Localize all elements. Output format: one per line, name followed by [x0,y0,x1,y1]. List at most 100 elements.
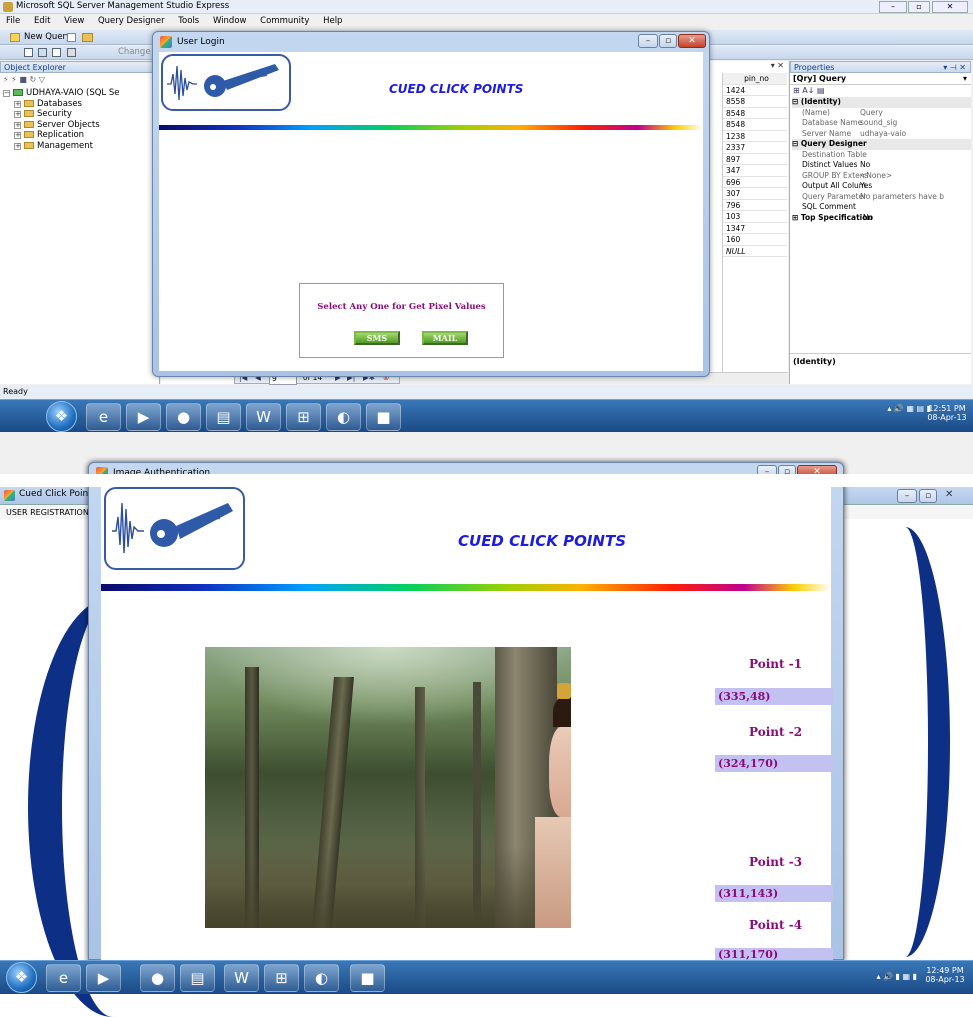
prop-row[interactable]: Query ParameterNo parameters have b [792,192,971,203]
sql-pane-icon[interactable] [52,48,61,57]
grid-cell[interactable]: 696 [723,176,787,188]
properties-object-select[interactable]: [Qry] Query ▾ [790,73,971,85]
prop-row[interactable]: GROUP BY Extens<None> [792,171,971,182]
media-player-icon[interactable]: ▶ [86,964,121,992]
grid-cell[interactable]: 1424 [723,84,787,96]
maximize-button[interactable]: ▫ [908,1,930,13]
pane-controls[interactable]: ▾ ✕ [720,61,788,73]
media-player-icon[interactable]: ▶ [126,403,161,431]
refresh-icon[interactable]: ↻ [29,75,36,84]
tree-node-replication[interactable]: + Replication [3,130,159,141]
app-maximize-button[interactable]: ▫ [919,489,937,503]
grid-cell[interactable]: 1347 [723,222,787,234]
tree-server[interactable]: − UDHAYA-VAIO (SQL Se [3,88,159,99]
section-identity[interactable]: ⊟ (Identity) [792,97,971,108]
chart-icon[interactable]: ◐ [326,403,361,431]
grid-cell[interactable]: 8548 [723,107,787,119]
ie-icon[interactable]: e [46,964,81,992]
word-icon[interactable]: W [246,403,281,431]
grid-cell[interactable]: 897 [723,153,787,165]
login-maximize-button[interactable]: ▫ [659,34,677,48]
tree-node-databases[interactable]: + Databases [3,99,159,110]
grid-cell[interactable]: 8558 [723,96,787,108]
login-minimize-button[interactable]: – [638,34,658,48]
open-file-icon[interactable] [82,33,93,42]
prop-row[interactable]: Output All ColumYes [792,181,971,192]
prop-row[interactable]: SQL Comment [792,202,971,213]
alphabetical-icon[interactable]: A↓ [802,86,814,95]
new-query-button[interactable]: New Query [24,32,71,42]
expand-icon[interactable]: + [14,121,21,129]
prop-row[interactable]: Database Namesound_sig [792,118,971,129]
grid-cell[interactable]: 1238 [723,130,787,142]
criteria-pane-icon[interactable] [38,48,47,57]
connect-icon[interactable]: ⚡ [3,75,9,84]
tray-icons[interactable]: ▴ 🔊 ▮ ▦ ▮ [876,972,917,981]
start-orb-icon[interactable]: ❖ [6,962,37,993]
minimize-button[interactable]: – [879,1,907,13]
collapse-icon[interactable]: − [3,90,10,97]
prop-row[interactable]: Destination Table [792,150,971,161]
menu-help[interactable]: Help [323,16,342,26]
grid-cell[interactable]: 307 [723,188,787,200]
property-pages-icon[interactable]: ▤ [817,86,825,95]
menu-window[interactable]: Window [213,16,247,26]
folder-icon[interactable]: ▤ [206,403,241,431]
section-query-designer[interactable]: ⊟ Query Designer [792,139,971,150]
tree-node-management[interactable]: + Management [3,141,159,152]
app-minimize-button[interactable]: – [897,489,917,503]
expand-icon[interactable]: + [14,132,21,139]
clock[interactable]: 12:51 PM 08-Apr-13 [927,400,967,434]
menu-tools[interactable]: Tools [178,16,199,26]
grid-cell[interactable]: 796 [723,199,787,211]
categorized-icon[interactable]: ⊞ [793,86,800,95]
network-icon[interactable]: ⊞ [286,403,321,431]
prop-row[interactable]: Server Name udhaya-vaio [792,129,971,140]
prop-row[interactable]: Distinct Values No [792,160,971,171]
results-pane-icon[interactable] [67,48,76,57]
expand-icon[interactable]: + [14,111,21,118]
grid-cell[interactable]: 347 [723,165,787,177]
diagram-pane-icon[interactable] [24,48,33,57]
firefox-icon[interactable]: ● [140,964,175,992]
new-file-icon[interactable] [67,33,76,42]
menu-view[interactable]: View [64,16,84,26]
login-close-button[interactable]: ✕ [678,34,706,48]
app-close-button[interactable]: ✕ [945,489,953,500]
tree-node-security[interactable]: + Security [3,109,159,120]
ie-icon[interactable]: e [86,403,121,431]
chart-icon[interactable]: ◐ [304,964,339,992]
firefox-icon[interactable]: ● [166,403,201,431]
expand-icon[interactable]: + [14,100,21,108]
mail-button[interactable]: MAIL [422,331,468,345]
menu-user-registration[interactable]: USER REGISTRATION [6,508,89,517]
grid-cell[interactable]: 8548 [723,119,787,131]
grid-cell[interactable]: 2337 [723,142,787,154]
close-button[interactable]: ✕ [932,1,968,13]
prop-row[interactable]: ⊞ Top SpecificationNo [792,213,971,224]
tray-icons[interactable]: ▴ 🔊 ▦ ▤ ▮ [887,404,931,413]
menu-query-designer[interactable]: Query Designer [98,16,165,26]
folder-icon[interactable]: ▤ [180,964,215,992]
grid-cell[interactable]: 103 [723,211,787,223]
clock[interactable]: 12:49 PM 08-Apr-13 [923,961,967,995]
expand-icon[interactable]: + [14,142,21,150]
tree-node-server-objects[interactable]: + Server Objects [3,120,159,131]
network-icon[interactable]: ⊞ [264,964,299,992]
word-icon[interactable]: W [224,964,259,992]
windows-apps-icon[interactable]: ■ [366,403,401,431]
authentication-image[interactable] [205,647,571,928]
prop-row[interactable]: (Name) Query [792,108,971,119]
stop-icon[interactable]: ■ [19,75,27,84]
grid-cell[interactable]: NULL [723,245,787,257]
menu-file[interactable]: File [6,16,20,26]
windows-apps-icon[interactable]: ■ [350,964,385,992]
start-orb-icon[interactable]: ❖ [46,401,77,432]
filter-icon[interactable]: ▽ [39,75,45,84]
grid-column-header[interactable]: pin_no [723,73,787,85]
menu-edit[interactable]: Edit [34,16,50,26]
menu-community[interactable]: Community [260,16,309,26]
disconnect-icon[interactable]: ⚡ [11,75,17,84]
sms-button[interactable]: SMS [354,331,400,345]
pin-icon[interactable]: ▾ ⊣ ✕ [943,62,966,73]
